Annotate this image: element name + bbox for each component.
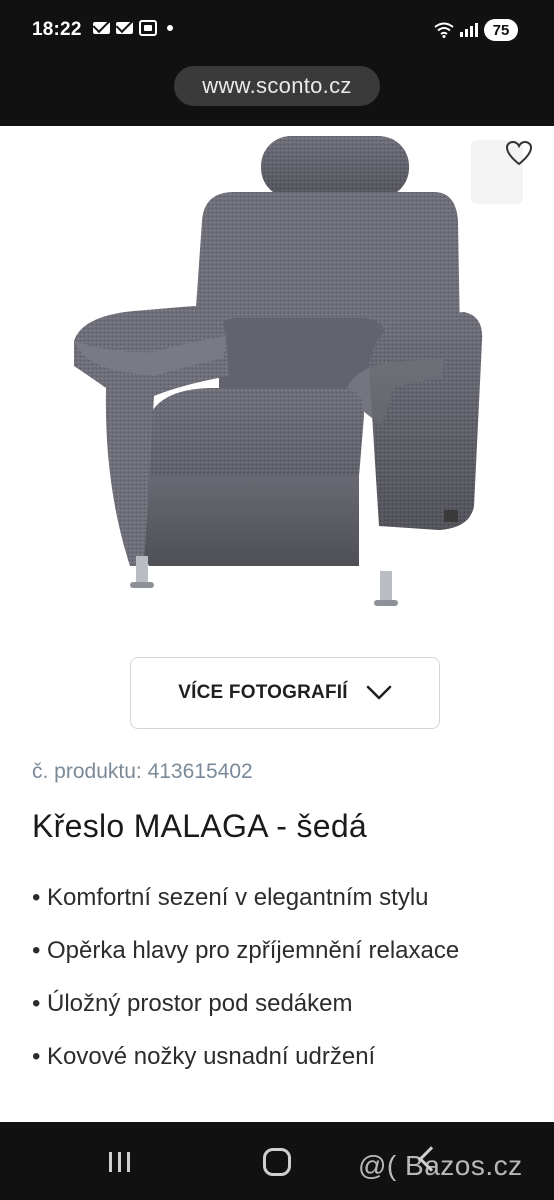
screenshot-icon	[139, 20, 157, 36]
notification-icons	[93, 20, 173, 36]
favorite-button[interactable]	[471, 140, 533, 204]
mail-icon	[116, 22, 133, 34]
feature-list: Komfortní sezení v elegantním stylu Opěr…	[32, 877, 532, 1089]
product-code-value: 413615402	[147, 760, 253, 783]
url-field[interactable]: www.sconto.cz	[174, 66, 380, 106]
heart-icon	[505, 140, 533, 166]
more-photos-button[interactable]: VÍCE FOTOGRAFIÍ	[130, 657, 440, 729]
wifi-icon	[434, 22, 454, 38]
status-bar: 18:22 75	[0, 0, 554, 62]
browser-toolbar: www.sconto.cz	[0, 62, 554, 126]
mail-icon	[93, 22, 110, 34]
product-code: č. produktu: 413615402	[32, 760, 253, 784]
product-code-label: č. produktu:	[32, 760, 142, 783]
status-time: 18:22	[32, 19, 82, 40]
feature-item: Opěrka hlavy pro zpříjemnění relaxace	[32, 930, 532, 971]
more-photos-label: VÍCE FOTOGRAFIÍ	[178, 682, 348, 703]
product-title: Křeslo MALAGA - šedá	[32, 808, 368, 844]
recent-apps-icon[interactable]	[109, 1152, 130, 1172]
watermark: @( Bazos.cz	[358, 1150, 523, 1181]
feature-item: Kovové nožky usnadní udržení	[32, 1036, 532, 1077]
battery-icon: 75	[484, 19, 518, 41]
system-icons: 75	[434, 19, 518, 41]
signal-icon	[460, 23, 478, 37]
home-icon[interactable]	[263, 1148, 291, 1176]
dot-icon	[167, 25, 173, 31]
chevron-down-icon	[366, 685, 391, 700]
feature-item: Komfortní sezení v elegantním stylu	[32, 877, 532, 918]
armchair-photo	[74, 136, 483, 606]
feature-item: Úložný prostor pod sedákem	[32, 983, 532, 1024]
product-image[interactable]	[0, 126, 554, 646]
